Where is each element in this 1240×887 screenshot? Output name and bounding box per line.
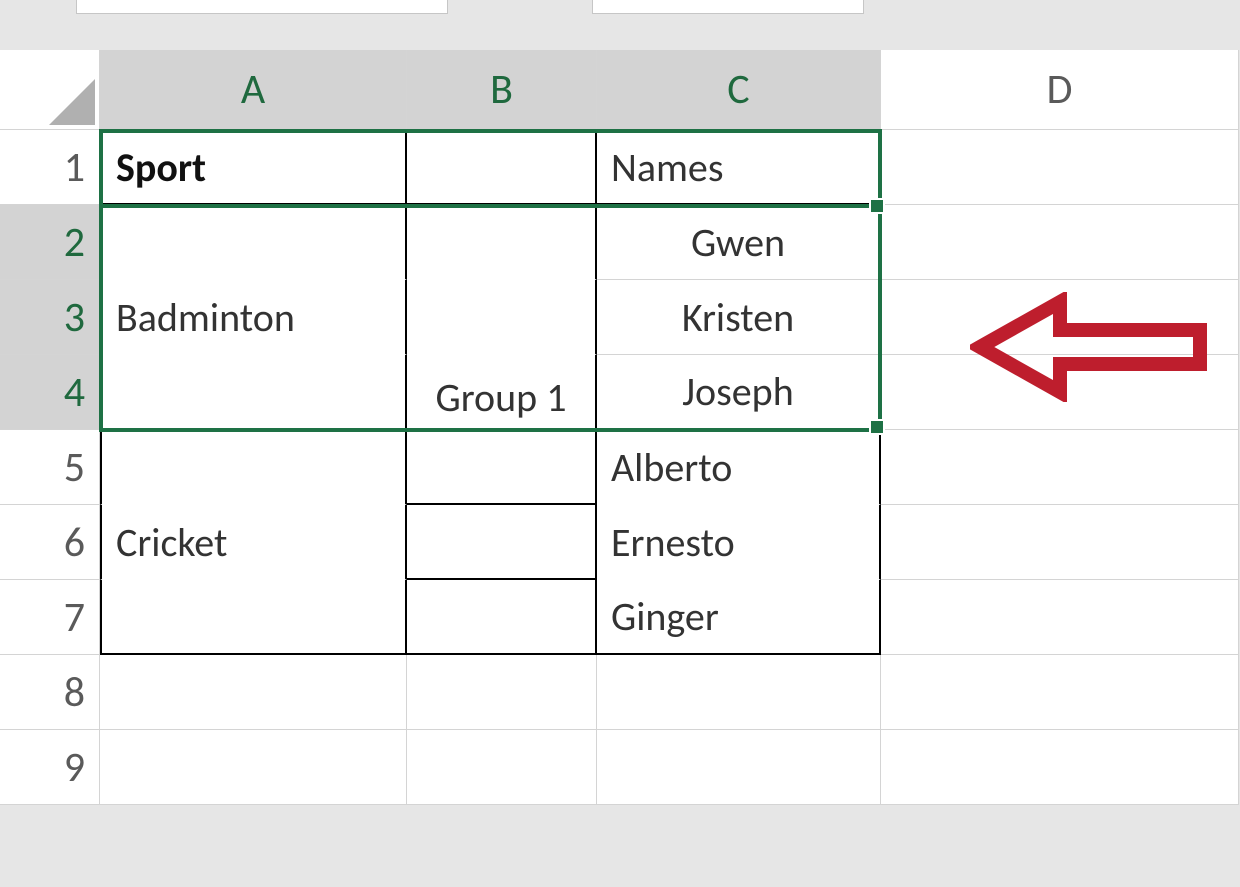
- row-header-1[interactable]: 1: [0, 130, 100, 205]
- cell-C4[interactable]: Joseph: [597, 355, 881, 430]
- cell-B3[interactable]: [407, 280, 597, 355]
- cell-B4[interactable]: Group 1: [407, 355, 597, 430]
- col-header-D[interactable]: D: [881, 50, 1239, 130]
- cell-C3[interactable]: Kristen: [597, 280, 881, 355]
- worksheet-grid[interactable]: A B C D 1 Sport Names 2 Gwen 3 Badminton…: [0, 50, 1239, 805]
- cell-A4[interactable]: [100, 355, 407, 430]
- cell-B2[interactable]: [407, 205, 597, 280]
- row-header-3[interactable]: 3: [0, 280, 100, 355]
- select-all-corner[interactable]: [0, 50, 100, 130]
- cell-C7[interactable]: Ginger: [597, 580, 881, 655]
- cell-D9[interactable]: [881, 730, 1239, 805]
- cell-D8[interactable]: [881, 655, 1239, 730]
- cell-C5[interactable]: Alberto: [597, 430, 881, 505]
- cell-A1[interactable]: Sport: [100, 130, 407, 205]
- cell-D2[interactable]: [881, 205, 1239, 280]
- cell-A7[interactable]: [100, 580, 407, 655]
- cell-A8[interactable]: [100, 655, 407, 730]
- row-header-7[interactable]: 7: [0, 580, 100, 655]
- cell-B9[interactable]: [407, 730, 597, 805]
- cell-C2[interactable]: Gwen: [597, 205, 881, 280]
- col-header-C[interactable]: C: [597, 50, 881, 130]
- col-header-B[interactable]: B: [407, 50, 597, 130]
- cell-A2[interactable]: [100, 205, 407, 280]
- cell-B1[interactable]: [407, 130, 597, 205]
- cell-B6[interactable]: [407, 505, 597, 580]
- cell-B5[interactable]: [407, 430, 597, 505]
- cell-B8[interactable]: [407, 655, 597, 730]
- cell-A6[interactable]: Cricket: [100, 505, 407, 580]
- cell-B7[interactable]: [407, 580, 597, 655]
- row-header-9[interactable]: 9: [0, 730, 100, 805]
- cell-D1[interactable]: [881, 130, 1239, 205]
- cell-D6[interactable]: [881, 505, 1239, 580]
- cell-C9[interactable]: [597, 730, 881, 805]
- annotation-arrow-left-icon: [970, 292, 1210, 402]
- row-header-5[interactable]: 5: [0, 430, 100, 505]
- ribbon-box-right: [592, 0, 864, 14]
- row-header-6[interactable]: 6: [0, 505, 100, 580]
- cell-A3[interactable]: Badminton: [100, 280, 407, 355]
- cell-A5[interactable]: [100, 430, 407, 505]
- row-header-4[interactable]: 4: [0, 355, 100, 430]
- ribbon-box-left: [76, 0, 448, 14]
- row-header-2[interactable]: 2: [0, 205, 100, 280]
- cell-C1[interactable]: Names: [597, 130, 881, 205]
- spreadsheet-viewport: A B C D 1 Sport Names 2 Gwen 3 Badminton…: [0, 0, 1240, 887]
- cell-C8[interactable]: [597, 655, 881, 730]
- cell-D5[interactable]: [881, 430, 1239, 505]
- cell-D7[interactable]: [881, 580, 1239, 655]
- cell-A9[interactable]: [100, 730, 407, 805]
- cell-C6[interactable]: Ernesto: [597, 505, 881, 580]
- col-header-A[interactable]: A: [100, 50, 407, 130]
- row-header-8[interactable]: 8: [0, 655, 100, 730]
